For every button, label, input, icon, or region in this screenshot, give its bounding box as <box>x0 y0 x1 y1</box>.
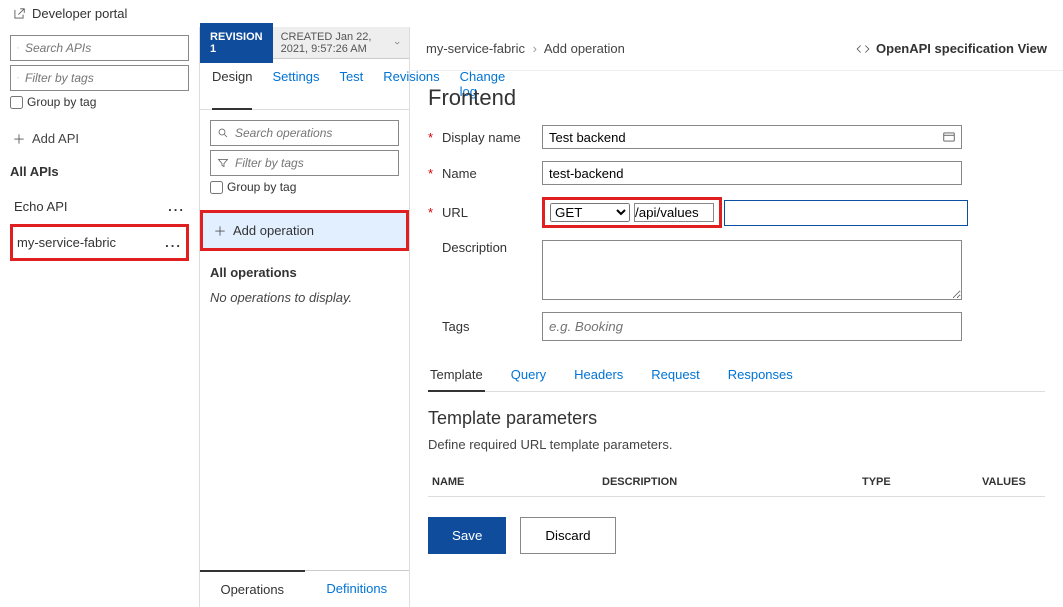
footer-tab-definitions[interactable]: Definitions <box>305 571 410 607</box>
no-operations-msg: No operations to display. <box>210 290 399 305</box>
form-title: Frontend <box>428 85 1045 111</box>
subtab-request[interactable]: Request <box>649 359 701 391</box>
discard-button[interactable]: Discard <box>520 517 615 554</box>
api-item-echo[interactable]: Echo API ... <box>10 189 189 224</box>
required-marker: * <box>428 166 442 181</box>
search-icon <box>217 126 229 140</box>
search-operations-input[interactable] <box>210 120 399 146</box>
subtab-responses[interactable]: Responses <box>726 359 795 391</box>
operations-footer-tabs: Operations Definitions <box>200 570 409 607</box>
tab-test[interactable]: Test <box>339 69 363 99</box>
group-ops-by-tag-label: Group by tag <box>227 180 296 194</box>
breadcrumb: my-service-fabric › Add operation <box>426 41 625 56</box>
main-tabs: Design Settings Test Revisions Change lo… <box>200 59 409 110</box>
name-input[interactable] <box>542 161 962 185</box>
group-ops-by-tag-input[interactable] <box>210 181 223 194</box>
all-apis-title: All APIs <box>10 164 189 179</box>
frontend-form: Frontend * Display name * Name * URL <box>410 71 1063 568</box>
search-apis-field[interactable] <box>25 41 182 55</box>
filter-tags-input[interactable] <box>10 65 189 91</box>
created-label: CREATED Jan 22, 2021, 9:57:26 AM <box>281 31 389 55</box>
search-operations-field[interactable] <box>235 126 392 140</box>
add-api-button[interactable]: Add API <box>10 125 189 152</box>
api-item-label: my-service-fabric <box>17 235 116 250</box>
url-rest-input[interactable] <box>724 200 968 226</box>
filter-tags-field[interactable] <box>25 71 182 85</box>
api-item-label: Echo API <box>14 199 67 214</box>
operations-panel: REVISION 1 CREATED Jan 22, 2021, 9:57:26… <box>200 27 410 607</box>
url-method-select[interactable]: GET <box>550 203 630 222</box>
filter-operations-input[interactable] <box>210 150 399 176</box>
detail-panel: my-service-fabric › Add operation OpenAP… <box>410 27 1063 607</box>
col-type: TYPE <box>862 476 922 488</box>
add-operation-button[interactable]: Add operation <box>200 210 409 251</box>
required-marker: * <box>428 205 442 220</box>
breadcrumb-current: Add operation <box>544 41 625 56</box>
frontend-subtabs: Template Query Headers Request Responses <box>428 353 1045 392</box>
filter-operations-field[interactable] <box>235 156 392 170</box>
group-by-tag-label: Group by tag <box>27 95 96 109</box>
more-icon[interactable]: ... <box>168 199 185 214</box>
external-link-icon <box>12 7 26 21</box>
description-label: Description <box>442 240 542 255</box>
developer-portal-link[interactable]: Developer portal <box>0 0 1063 27</box>
col-desc: DESCRIPTION <box>602 476 802 488</box>
openapi-spec-link[interactable]: OpenAPI specification View <box>856 41 1047 56</box>
subtab-template[interactable]: Template <box>428 359 485 392</box>
breadcrumb-api[interactable]: my-service-fabric <box>426 41 525 56</box>
more-icon[interactable]: ... <box>165 235 182 250</box>
filter-icon <box>17 71 19 85</box>
subtab-query[interactable]: Query <box>509 359 548 391</box>
tags-input[interactable] <box>542 312 962 341</box>
tags-label: Tags <box>442 319 542 334</box>
search-apis-input[interactable] <box>10 35 189 61</box>
plus-icon <box>213 224 227 238</box>
breadcrumb-row: my-service-fabric › Add operation OpenAP… <box>410 27 1063 71</box>
search-icon <box>17 41 19 55</box>
template-params-header: NAME DESCRIPTION TYPE VALUES <box>428 468 1045 497</box>
sidebar-apis: Group by tag Add API All APIs Echo API .… <box>0 27 200 607</box>
openapi-spec-label: OpenAPI specification View <box>876 41 1047 56</box>
add-operation-label: Add operation <box>233 223 314 238</box>
plus-icon <box>12 132 26 146</box>
all-operations-title: All operations <box>210 265 399 280</box>
action-buttons: Save Discard <box>428 517 1045 554</box>
template-params-title: Template parameters <box>428 408 1045 429</box>
created-text: CREATED Jan 22, 2021, 9:57:26 AM <box>273 31 409 55</box>
url-group-highlight: GET <box>542 197 722 228</box>
col-values: VALUES <box>982 476 1026 488</box>
url-label: URL <box>442 205 542 220</box>
revision-bar: REVISION 1 CREATED Jan 22, 2021, 9:57:26… <box>200 27 409 59</box>
group-ops-by-tag-checkbox[interactable]: Group by tag <box>210 180 399 194</box>
api-item-my-service-fabric[interactable]: my-service-fabric ... <box>10 224 189 261</box>
filter-icon <box>217 156 229 170</box>
save-button[interactable]: Save <box>428 517 506 554</box>
breadcrumb-separator: › <box>533 41 537 56</box>
chevron-down-icon[interactable] <box>393 36 401 50</box>
group-by-tag-input[interactable] <box>10 96 23 109</box>
subtab-headers[interactable]: Headers <box>572 359 625 391</box>
developer-portal-label: Developer portal <box>32 6 127 21</box>
col-name: NAME <box>432 476 542 488</box>
footer-tab-operations[interactable]: Operations <box>200 570 305 607</box>
required-marker: * <box>428 130 442 145</box>
description-textarea[interactable] <box>542 240 962 300</box>
tab-design[interactable]: Design <box>212 69 252 110</box>
revision-badge: REVISION 1 <box>200 23 273 63</box>
code-icon <box>856 42 870 56</box>
add-api-label: Add API <box>32 131 79 146</box>
name-label: Name <box>442 166 542 181</box>
display-name-label: Display name <box>442 130 542 145</box>
card-icon <box>942 130 956 144</box>
group-by-tag-checkbox[interactable]: Group by tag <box>10 95 189 109</box>
tab-settings[interactable]: Settings <box>272 69 319 99</box>
display-name-input[interactable] <box>542 125 962 149</box>
operations-body: Group by tag Add operation All operation… <box>200 110 409 570</box>
template-params-desc: Define required URL template parameters. <box>428 437 1045 452</box>
url-path-input[interactable] <box>634 203 714 222</box>
